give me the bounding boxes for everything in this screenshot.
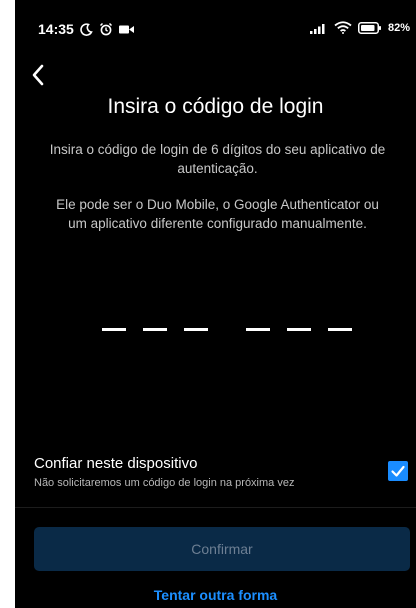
- alarm-icon: [99, 22, 112, 36]
- battery-icon: [357, 21, 381, 34]
- description-secondary: Ele pode ser o Duo Mobile, o Google Auth…: [56, 197, 379, 231]
- trust-device-row[interactable]: Confiar neste dispositivo Não solicitare…: [15, 455, 416, 495]
- status-left: 14:35: [38, 21, 134, 37]
- code-slot-2[interactable]: [143, 328, 167, 331]
- back-arrow-icon: [32, 64, 44, 86]
- back-button[interactable]: [27, 62, 53, 88]
- confirm-button[interactable]: Confirmar: [34, 527, 410, 571]
- trust-device-label: Confiar neste dispositivo: [34, 455, 198, 472]
- code-slot-1[interactable]: [102, 328, 126, 331]
- moon-icon: [80, 22, 93, 36]
- battery-percentage: 82%: [387, 21, 410, 34]
- page-title: Insira o código de login: [107, 95, 324, 118]
- status-bar: 14:35 82%: [15, 0, 416, 48]
- try-another-way-link[interactable]: Tentar outra forma: [15, 587, 416, 603]
- code-slot-6[interactable]: [328, 328, 352, 331]
- trust-device-checkbox[interactable]: [388, 461, 408, 481]
- divider: [15, 507, 416, 508]
- code-slot-3[interactable]: [184, 328, 208, 331]
- wifi-icon: [334, 21, 352, 34]
- trust-device-sublabel: Não solicitaremos um código de login na …: [34, 477, 295, 489]
- check-icon: [391, 465, 405, 477]
- status-right: 82%: [309, 21, 410, 34]
- phone-screen: 14:35 82% Insira o código de login Insir…: [15, 0, 416, 608]
- video-icon: [118, 25, 134, 33]
- code-slot-5[interactable]: [287, 328, 311, 331]
- code-slot-4[interactable]: [246, 328, 270, 331]
- signal-icon: [309, 23, 325, 34]
- status-time: 14:35: [38, 21, 74, 37]
- description-primary: Insira o código de login de 6 dígitos do…: [49, 142, 386, 176]
